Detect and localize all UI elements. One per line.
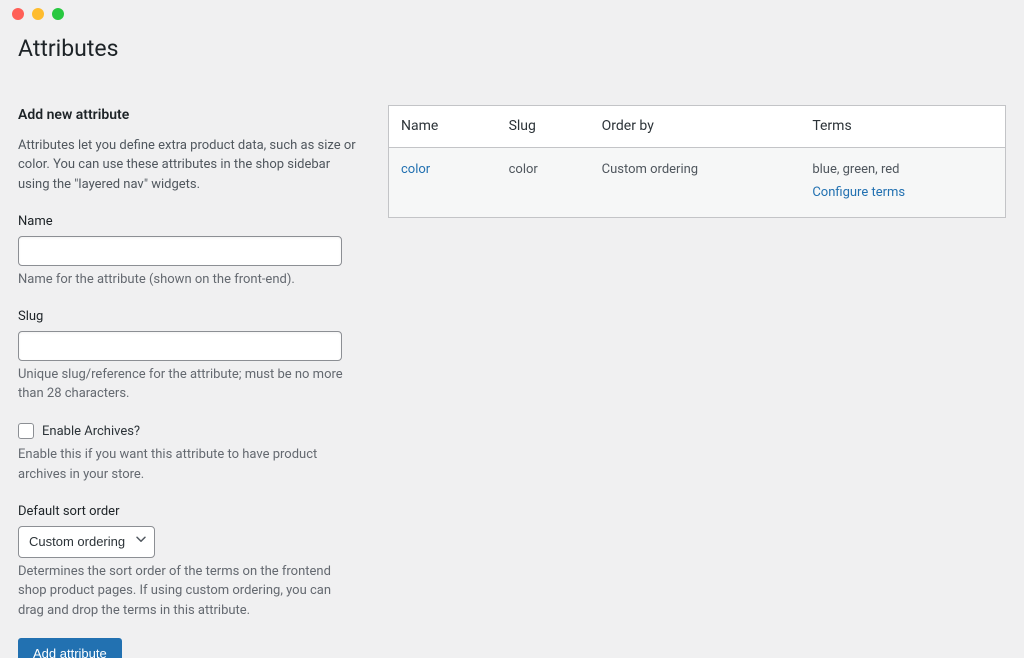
form-heading: Add new attribute (18, 105, 358, 126)
sort-order-help: Determines the sort order of the terms o… (18, 562, 358, 621)
attribute-terms-list: blue, green, red (812, 162, 899, 177)
slug-help: Unique slug/reference for the attribute;… (18, 365, 358, 404)
col-header-slug: Slug (497, 105, 590, 147)
window-minimize-icon[interactable] (32, 8, 44, 20)
attribute-slug-cell: color (497, 147, 590, 217)
name-label: Name (18, 212, 358, 232)
slug-field: Slug Unique slug/reference for the attri… (18, 307, 358, 404)
window-maximize-icon[interactable] (52, 8, 64, 20)
attribute-terms-cell: blue, green, red Configure terms (800, 147, 1005, 217)
name-help: Name for the attribute (shown on the fro… (18, 270, 358, 290)
table-row: color color Custom ordering blue, green,… (389, 147, 1006, 217)
slug-input[interactable] (18, 331, 342, 361)
sort-order-label: Default sort order (18, 502, 358, 522)
col-header-order: Order by (590, 105, 801, 147)
attributes-table-container: Name Slug Order by Terms color color Cus… (388, 105, 1006, 218)
page-title: Attributes (18, 32, 1024, 67)
sort-order-field: Default sort order Custom ordering Deter… (18, 502, 358, 620)
form-intro: Attributes let you define extra product … (18, 136, 358, 195)
archives-label: Enable Archives? (42, 422, 140, 442)
name-field: Name Name for the attribute (shown on th… (18, 212, 358, 289)
attribute-order-cell: Custom ordering (590, 147, 801, 217)
sort-order-select[interactable]: Custom ordering (18, 526, 155, 558)
col-header-name: Name (389, 105, 497, 147)
attributes-table: Name Slug Order by Terms color color Cus… (388, 105, 1006, 218)
add-attribute-button[interactable]: Add attribute (18, 638, 122, 658)
name-input[interactable] (18, 236, 342, 266)
archives-field: Enable Archives? Enable this if you want… (18, 422, 358, 485)
app-window: Attributes Add new attribute Attributes … (0, 0, 1024, 658)
content-area: Add new attribute Attributes let you def… (0, 97, 1024, 658)
col-header-terms: Terms (800, 105, 1005, 147)
window-close-icon[interactable] (12, 8, 24, 20)
window-titlebar (0, 0, 1024, 28)
configure-terms-link[interactable]: Configure terms (812, 183, 905, 203)
slug-label: Slug (18, 307, 358, 327)
archives-checkbox[interactable] (18, 423, 34, 439)
attribute-name-link[interactable]: color (401, 162, 430, 177)
archives-help: Enable this if you want this attribute t… (18, 445, 358, 484)
add-attribute-form: Add new attribute Attributes let you def… (18, 105, 358, 658)
